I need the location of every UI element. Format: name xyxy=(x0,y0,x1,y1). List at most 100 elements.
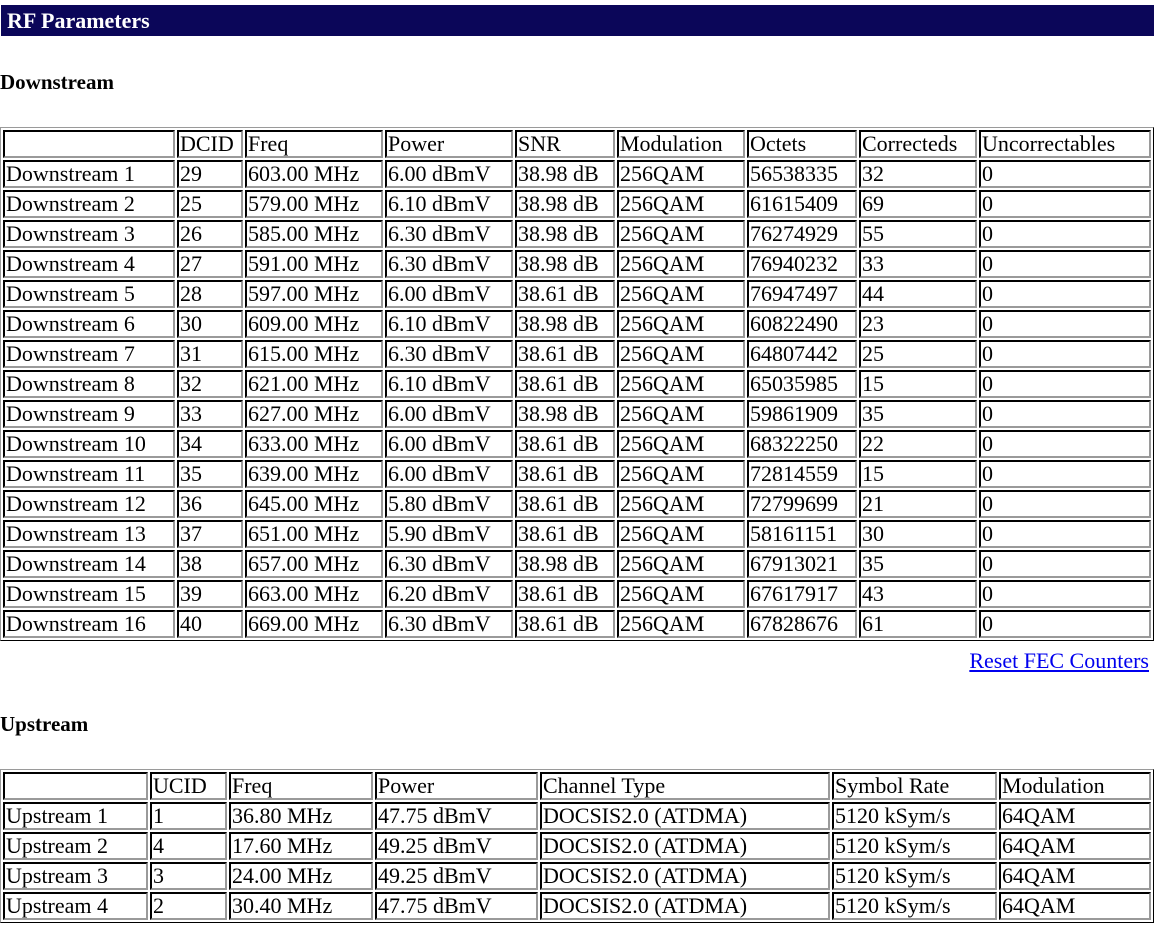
table-cell: 5120 kSym/s xyxy=(832,802,997,830)
table-cell: 256QAM xyxy=(617,490,745,518)
row-label: Upstream 2 xyxy=(3,832,148,860)
table-cell: 6.10 dBmV xyxy=(385,370,513,398)
table-header-row: DCID Freq Power SNR Modulation Octets Correcte… xyxy=(3,130,1151,158)
table-cell: 3 xyxy=(150,862,227,890)
table-cell: 6.00 dBmV xyxy=(385,280,513,308)
table-cell: 256QAM xyxy=(617,250,745,278)
table-cell: 6.30 dBmV xyxy=(385,550,513,578)
table-cell: 0 xyxy=(979,370,1151,398)
table-row: Downstream 16 40 669.00 MHz 6.30 dBmV 38.61 … xyxy=(3,610,1151,638)
table-row: Downstream 9 33 627.00 MHz 6.00 dBmV 38.98 d… xyxy=(3,400,1151,428)
table-cell: 68322250 xyxy=(747,430,857,458)
table-cell: 256QAM xyxy=(617,370,745,398)
table-cell: 5120 kSym/s xyxy=(832,862,997,890)
table-cell: 38.98 dB xyxy=(515,310,615,338)
downstream-heading: Downstream xyxy=(0,70,114,94)
table-cell: 645.00 MHz xyxy=(245,490,383,518)
table-cell: 31 xyxy=(177,340,243,368)
table-cell: 47.75 dBmV xyxy=(375,892,538,920)
table-cell: 256QAM xyxy=(617,160,745,188)
table-cell: 585.00 MHz xyxy=(245,220,383,248)
table-cell: 256QAM xyxy=(617,280,745,308)
table-cell: 38.61 dB xyxy=(515,460,615,488)
row-label: Downstream 12 xyxy=(3,490,175,518)
table-cell: 38.61 dB xyxy=(515,580,615,608)
table-cell: 627.00 MHz xyxy=(245,400,383,428)
table-cell: 60822490 xyxy=(747,310,857,338)
table-cell: 32 xyxy=(177,370,243,398)
upstream-heading: Upstream xyxy=(0,712,89,736)
table-cell: 30 xyxy=(859,520,977,548)
table-cell: 621.00 MHz xyxy=(245,370,383,398)
table-cell: 6.10 dBmV xyxy=(385,190,513,218)
table-cell: 72814559 xyxy=(747,460,857,488)
table-cell: 36 xyxy=(177,490,243,518)
table-cell: 64807442 xyxy=(747,340,857,368)
table-cell: 5.80 dBmV xyxy=(385,490,513,518)
table-cell: 49.25 dBmV xyxy=(375,862,538,890)
table-cell: 651.00 MHz xyxy=(245,520,383,548)
table-cell: 49.25 dBmV xyxy=(375,832,538,860)
table-row: Upstream 2 4 17.60 MHz 49.25 dBmV DOCSIS2.0 … xyxy=(3,832,1151,860)
table-cell: 0 xyxy=(979,520,1151,548)
table-cell: 256QAM xyxy=(617,400,745,428)
table-cell: 0 xyxy=(979,340,1151,368)
table-row: Downstream 14 38 657.00 MHz 6.30 dBmV 38.98 … xyxy=(3,550,1151,578)
table-cell: 38.98 dB xyxy=(515,160,615,188)
row-label: Downstream 16 xyxy=(3,610,175,638)
table-row: Downstream 12 36 645.00 MHz 5.80 dBmV 38.61 … xyxy=(3,490,1151,518)
table-cell: 256QAM xyxy=(617,190,745,218)
table-cell: 67617917 xyxy=(747,580,857,608)
table-cell: DOCSIS2.0 (ATDMA) xyxy=(540,802,830,830)
table-cell: 64QAM xyxy=(999,832,1151,860)
table-cell: 256QAM xyxy=(617,220,745,248)
table-cell: 6.30 dBmV xyxy=(385,250,513,278)
row-label: Downstream 2 xyxy=(3,190,175,218)
table-cell: 40 xyxy=(177,610,243,638)
table-cell: 6.20 dBmV xyxy=(385,580,513,608)
table-cell: 38.61 dB xyxy=(515,340,615,368)
row-label: Downstream 14 xyxy=(3,550,175,578)
row-label: Upstream 4 xyxy=(3,892,148,920)
table-cell: 38.61 dB xyxy=(515,370,615,398)
table-cell: 0 xyxy=(979,160,1151,188)
row-label: Downstream 6 xyxy=(3,310,175,338)
column-header: Correcteds xyxy=(859,130,977,158)
table-cell: 38.98 dB xyxy=(515,190,615,218)
table-cell: 15 xyxy=(859,370,977,398)
row-label: Downstream 8 xyxy=(3,370,175,398)
row-label: Downstream 1 xyxy=(3,160,175,188)
table-cell: 615.00 MHz xyxy=(245,340,383,368)
table-cell: 0 xyxy=(979,310,1151,338)
table-cell: 0 xyxy=(979,580,1151,608)
table-cell: 44 xyxy=(859,280,977,308)
table-cell: 25 xyxy=(177,190,243,218)
table-row: Downstream 5 28 597.00 MHz 6.00 dBmV 38.61 d… xyxy=(3,280,1151,308)
table-cell: 36.80 MHz xyxy=(229,802,373,830)
column-header: Modulation xyxy=(999,772,1151,800)
table-row: Downstream 15 39 663.00 MHz 6.20 dBmV 38.61 … xyxy=(3,580,1151,608)
column-header: UCID xyxy=(150,772,227,800)
row-label: Upstream 1 xyxy=(3,802,148,830)
table-cell: 38.98 dB xyxy=(515,250,615,278)
upstream-table: UCID Freq Power Channel Type Symbol Rate Modu… xyxy=(0,769,1154,923)
table-cell: 64QAM xyxy=(999,892,1151,920)
table-cell: 27 xyxy=(177,250,243,278)
table-cell: 6.30 dBmV xyxy=(385,610,513,638)
table-cell: 0 xyxy=(979,220,1151,248)
table-cell: 5120 kSym/s xyxy=(832,892,997,920)
table-cell: 591.00 MHz xyxy=(245,250,383,278)
table-cell: 24.00 MHz xyxy=(229,862,373,890)
reset-fec-counters-link[interactable]: Reset FEC Counters xyxy=(969,648,1149,674)
column-header: Octets xyxy=(747,130,857,158)
row-label: Downstream 3 xyxy=(3,220,175,248)
table-row: Downstream 4 27 591.00 MHz 6.30 dBmV 38.98 d… xyxy=(3,250,1151,278)
table-cell: 69 xyxy=(859,190,977,218)
table-cell: 633.00 MHz xyxy=(245,430,383,458)
table-cell: 256QAM xyxy=(617,460,745,488)
column-header: Symbol Rate xyxy=(832,772,997,800)
table-cell: 256QAM xyxy=(617,550,745,578)
table-cell: 603.00 MHz xyxy=(245,160,383,188)
table-cell: 30.40 MHz xyxy=(229,892,373,920)
column-header: Freq xyxy=(245,130,383,158)
